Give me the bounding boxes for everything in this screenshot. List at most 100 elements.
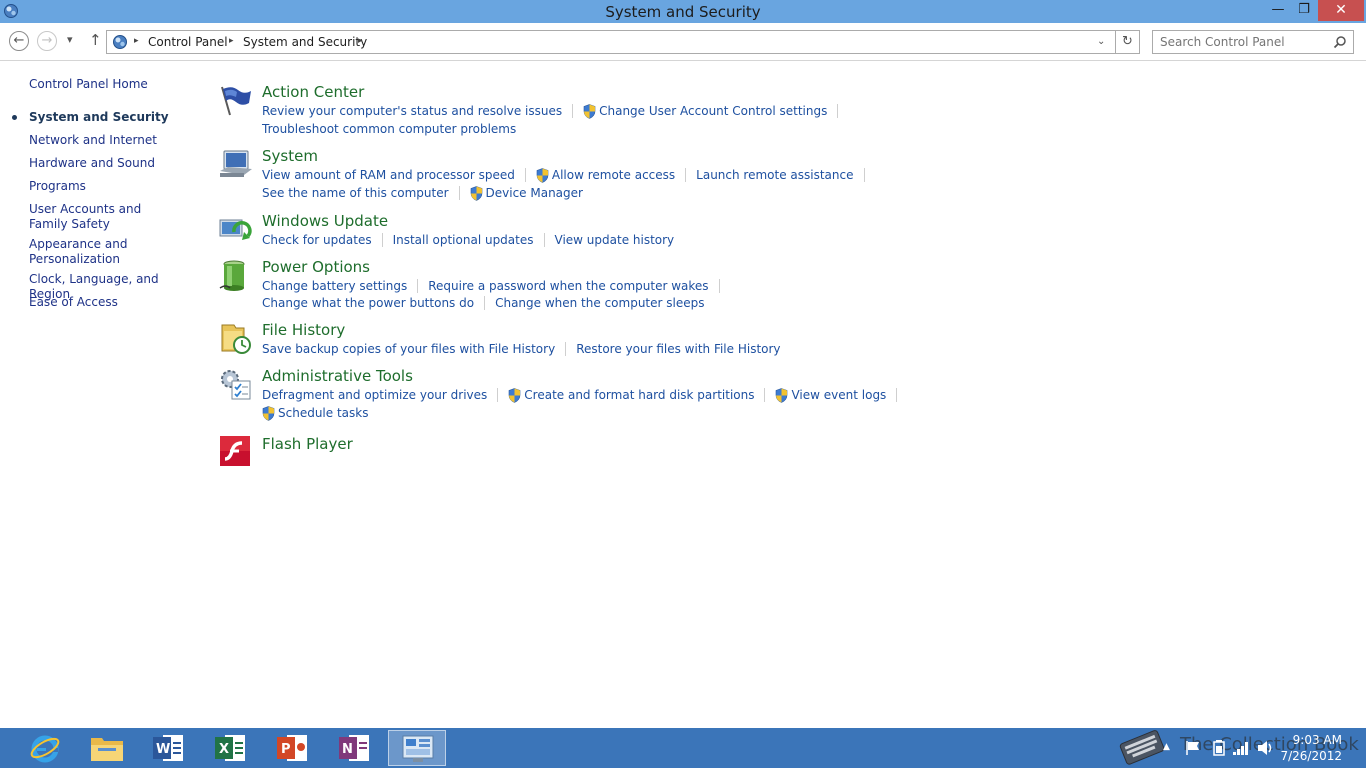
windows-update-icon[interactable] xyxy=(218,212,252,246)
category-title[interactable]: Power Options xyxy=(262,258,370,276)
battery-icon[interactable] xyxy=(218,258,252,292)
flag-icon[interactable] xyxy=(218,83,252,117)
taskbar-control-panel[interactable] xyxy=(388,730,446,766)
category-title[interactable]: Flash Player xyxy=(262,435,353,453)
view-ram-link[interactable]: View amount of RAM and processor speed xyxy=(262,167,515,183)
install-optional-updates-link[interactable]: Install optional updates xyxy=(393,232,534,248)
power-buttons-link[interactable]: Change what the power buttons do xyxy=(262,295,474,311)
link-separator xyxy=(458,186,460,200)
computer-sleeps-link[interactable]: Change when the computer sleeps xyxy=(495,295,704,311)
review-status-link[interactable]: Review your computer's status and resolv… xyxy=(262,103,562,119)
address-bar[interactable]: ▸ Control Panel ▸ System and Security ▸ … xyxy=(106,30,1116,54)
save-backup-copies-link[interactable]: Save backup copies of your files with Fi… xyxy=(262,341,555,357)
check-for-updates-link[interactable]: Check for updates xyxy=(262,232,372,248)
powerpoint-icon: P xyxy=(277,735,307,761)
category-title[interactable]: File History xyxy=(262,321,345,339)
change-battery-settings-link[interactable]: Change battery settings xyxy=(262,278,407,294)
category-title[interactable]: Administrative Tools xyxy=(262,367,413,385)
require-password-on-wake-link[interactable]: Require a password when the computer wak… xyxy=(428,278,708,294)
minimize-button[interactable]: — xyxy=(1265,0,1291,21)
disk-partitions-link[interactable]: Create and format hard disk partitions xyxy=(524,387,754,403)
taskbar-internet-explorer[interactable] xyxy=(16,730,74,766)
view-event-logs-link[interactable]: View event logs xyxy=(791,387,886,403)
internet-explorer-icon xyxy=(30,735,60,763)
action-center-flag-icon[interactable] xyxy=(1185,740,1201,756)
svg-text:P: P xyxy=(281,742,291,757)
sidebar-item-network-and-internet[interactable]: Network and Internet xyxy=(29,133,189,148)
schedule-tasks-link[interactable]: Schedule tasks xyxy=(278,405,368,421)
system-clock[interactable]: 9:03 AM 7/26/2012 xyxy=(1280,732,1342,764)
svg-text:N: N xyxy=(342,742,353,757)
taskbar-powerpoint[interactable]: P xyxy=(264,730,322,766)
links-row: Change battery settings Require a passwor… xyxy=(262,278,730,296)
sidebar-item-system-and-security[interactable]: System and Security xyxy=(29,110,189,125)
sidebar-item-user-accounts[interactable]: User Accounts and Family Safety xyxy=(29,202,179,232)
taskbar-file-explorer[interactable] xyxy=(78,730,136,766)
restore-button[interactable]: ❐ xyxy=(1291,0,1317,21)
link-separator xyxy=(497,388,499,402)
link-separator xyxy=(896,388,898,402)
links-row: Save backup copies of your files with Fi… xyxy=(262,341,781,359)
volume-icon[interactable] xyxy=(1257,740,1275,756)
change-uac-settings-link[interactable]: Change User Account Control settings xyxy=(599,103,827,119)
defragment-drives-link[interactable]: Defragment and optimize your drives xyxy=(262,387,487,403)
link-separator xyxy=(565,342,567,356)
sidebar-item-hardware-and-sound[interactable]: Hardware and Sound xyxy=(29,156,189,171)
sidebar-item-appearance[interactable]: Appearance and Personalization xyxy=(29,237,149,267)
allow-remote-access-link[interactable]: Allow remote access xyxy=(552,167,675,183)
sidebar-control-panel-home[interactable]: Control Panel Home xyxy=(29,77,189,92)
category-title[interactable]: System xyxy=(262,147,318,165)
link-separator xyxy=(524,168,526,182)
file-history-icon[interactable] xyxy=(218,321,252,355)
restore-files-link[interactable]: Restore your files with File History xyxy=(576,341,780,357)
up-button[interactable]: ↑ xyxy=(89,31,102,49)
taskbar-onenote[interactable]: N xyxy=(326,730,384,766)
launch-remote-assistance-link[interactable]: Launch remote assistance xyxy=(696,167,853,183)
links-row: Schedule tasks xyxy=(262,405,368,423)
navigation-bar: ← → ▾ ↑ ▸ Control Panel ▸ System and Sec… xyxy=(0,23,1366,61)
breadcrumb-control-panel[interactable]: Control Panel xyxy=(148,35,228,49)
address-dropdown-icon[interactable]: ⌄ xyxy=(1097,36,1105,47)
breadcrumb-separator-icon[interactable]: ▸ xyxy=(229,36,234,46)
control-panel-icon xyxy=(113,35,127,49)
computer-name-link[interactable]: See the name of this computer xyxy=(262,185,449,201)
links-row: Change what the power buttons do Change w… xyxy=(262,295,704,313)
links-row: Review your computer's status and resolv… xyxy=(262,103,848,121)
admin-tools-icon[interactable] xyxy=(218,367,252,401)
link-separator xyxy=(572,104,574,118)
view-update-history-link[interactable]: View update history xyxy=(555,232,675,248)
flash-player-icon[interactable] xyxy=(218,434,252,468)
forward-button[interactable]: → xyxy=(37,31,57,51)
back-button[interactable]: ← xyxy=(9,31,29,51)
battery-tray-icon[interactable] xyxy=(1213,740,1225,756)
sidebar-item-programs[interactable]: Programs xyxy=(29,179,189,194)
show-hidden-icons-icon[interactable]: ▲ xyxy=(1163,742,1170,752)
refresh-button[interactable]: ↻ xyxy=(1116,30,1140,54)
close-button[interactable]: ✕ xyxy=(1318,0,1364,21)
device-manager-link[interactable]: Device Manager xyxy=(486,185,583,201)
search-box[interactable] xyxy=(1152,30,1354,54)
excel-icon: X xyxy=(215,735,245,761)
links-row: Defragment and optimize your drives Creat… xyxy=(262,387,907,405)
taskbar-excel[interactable]: X xyxy=(202,730,260,766)
window-title: System and Security xyxy=(605,3,761,21)
network-signal-icon[interactable] xyxy=(1232,740,1250,756)
breadcrumb-separator-icon[interactable]: ▸ xyxy=(358,36,363,46)
taskbar-word[interactable]: W xyxy=(140,730,198,766)
category-title[interactable]: Action Center xyxy=(262,83,364,101)
troubleshoot-link[interactable]: Troubleshoot common computer problems xyxy=(262,121,516,137)
search-icon[interactable] xyxy=(1333,35,1347,49)
recent-locations-icon[interactable]: ▾ xyxy=(67,33,73,46)
category-title[interactable]: Windows Update xyxy=(262,212,388,230)
breadcrumb-separator-icon[interactable]: ▸ xyxy=(134,36,139,46)
links-row: Check for updates Install optional update… xyxy=(262,232,674,250)
sidebar-item-ease-of-access[interactable]: Ease of Access xyxy=(29,295,189,310)
breadcrumb-system-and-security[interactable]: System and Security xyxy=(243,35,367,49)
links-row: Troubleshoot common computer problems xyxy=(262,121,516,139)
search-input[interactable] xyxy=(1153,31,1329,53)
svg-text:W: W xyxy=(156,742,170,757)
current-item-bullet-icon xyxy=(12,115,17,120)
keyboard-icon[interactable] xyxy=(1118,728,1168,766)
link-separator xyxy=(685,168,687,182)
computer-icon[interactable] xyxy=(218,147,252,181)
